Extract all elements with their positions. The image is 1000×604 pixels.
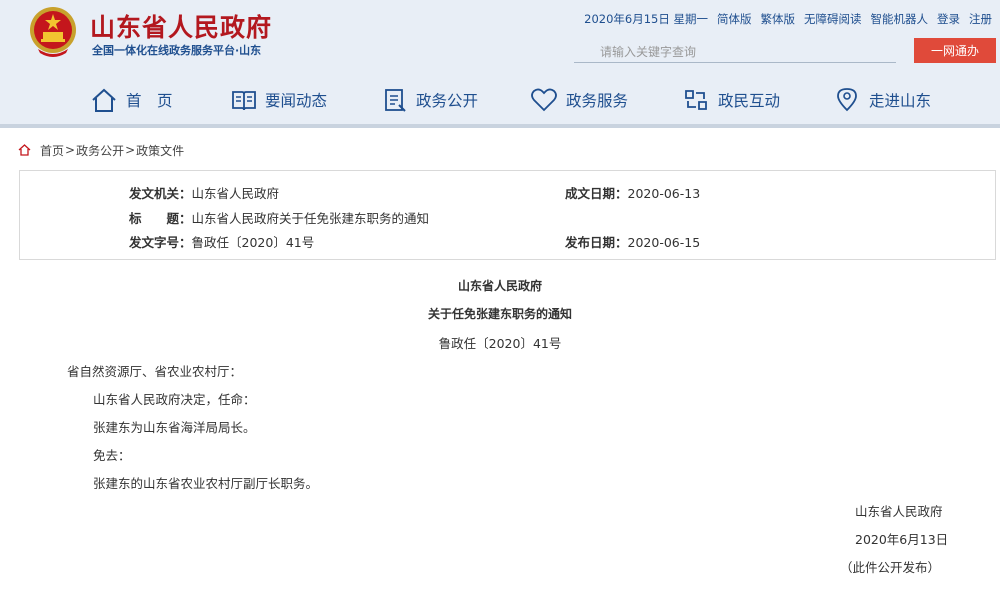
document-paragraph: 免去： [93, 448, 131, 463]
breadcrumb: 首页 > 政务公开 > 政策文件 [18, 140, 184, 160]
nav-news[interactable]: 要闻动态 [231, 82, 327, 118]
home-icon [92, 88, 116, 112]
document-addressee: 省自然资源厅、省农业农村厅： [67, 364, 243, 379]
breadcrumb-home[interactable]: 首页 [40, 142, 64, 159]
top-links: 2020年6月15日 星期一 简体版 繁体版 无障碍阅读 智能机器人 登录 注册 [575, 11, 992, 27]
site-name[interactable]: 山东省人民政府 [90, 8, 272, 44]
book-icon [232, 91, 256, 111]
nav-news-label: 要闻动态 [265, 92, 328, 110]
register-link[interactable]: 注册 [969, 11, 992, 27]
accessibility-link[interactable]: 无障碍阅读 [804, 11, 862, 27]
document-paragraph: 张建东为山东省海洋局局长。 [93, 420, 256, 435]
current-date: 2020年6月15日 星期一 [584, 12, 708, 26]
document-title: 关于任免张建东职务的通知 [427, 307, 572, 321]
meta-doc-number-value: 鲁政任〔2020〕41号 [191, 235, 315, 250]
document-meta-box: 发文机关：山东省人民政府 成文日期：2020-06-13 标 题：山东省人民政府… [19, 170, 996, 260]
breadcrumb-separator: > [65, 143, 76, 157]
meta-title-label: 标 题： [129, 211, 192, 226]
document-number: 鲁政任〔2020〕41号 [438, 336, 562, 351]
document-org: 山东省人民政府 [457, 279, 542, 293]
document-paragraph: 张建东的山东省农业农村厅副厅长职务。 [93, 476, 319, 491]
meta-date-made: 成文日期：2020-06-13 [565, 183, 700, 202]
meta-publish-date: 发布日期：2020-06-15 [565, 232, 700, 251]
meta-title: 标 题：山东省人民政府关于任免张建东职务的通知 [129, 208, 429, 227]
nav-home-label: 首 页 [126, 92, 173, 110]
breadcrumb-separator: > [125, 143, 136, 157]
simplified-link[interactable]: 简体版 [717, 11, 752, 27]
main-nav: 首 页 要闻动态 政务公开 政务服务 政民互动 走进山东 [0, 82, 1000, 118]
meta-title-value: 山东省人民政府关于任免张建东职务的通知 [191, 211, 430, 226]
meta-publish-date-label: 发布日期： [565, 235, 628, 250]
document-sign-date: 2020年6月13日 [855, 532, 949, 547]
breadcrumb-policy-docs[interactable]: 政策文件 [136, 142, 184, 159]
site-header: 山东省人民政府 全国一体化在线政务服务平台·山东 2020年6月15日 星期一 … [0, 0, 1000, 128]
login-link[interactable]: 登录 [937, 11, 960, 27]
nav-services[interactable]: 政务服务 [530, 82, 628, 118]
traditional-link[interactable]: 繁体版 [761, 11, 796, 27]
nav-interaction[interactable]: 政民互动 [682, 82, 780, 118]
document-signature: 山东省人民政府 [855, 504, 943, 519]
meta-doc-number-label: 发文字号： [129, 235, 192, 250]
location-pin-icon [837, 88, 857, 112]
meta-date-made-value: 2020-06-13 [627, 186, 701, 201]
document-icon [385, 89, 406, 112]
nav-home[interactable]: 首 页 [90, 82, 173, 118]
one-stop-service-button[interactable]: 一网通办 [914, 38, 996, 63]
interaction-icon [685, 90, 707, 110]
meta-doc-number: 发文字号：鲁政任〔2020〕41号 [129, 232, 314, 251]
meta-issuer: 发文机关：山东省人民政府 [129, 183, 279, 202]
national-emblem-icon [30, 7, 76, 57]
meta-issuer-value: 山东省人民政府 [191, 186, 280, 201]
document-note: （此件公开发布） [840, 560, 941, 575]
breadcrumb-public-affairs[interactable]: 政务公开 [76, 142, 124, 159]
meta-issuer-label: 发文机关： [129, 186, 192, 201]
nav-services-label: 政务服务 [566, 92, 629, 110]
site-slogan: 全国一体化在线政务服务平台·山东 [92, 44, 262, 57]
nav-public-affairs[interactable]: 政务公开 [382, 82, 478, 118]
robot-link[interactable]: 智能机器人 [871, 11, 929, 27]
nav-about-label: 走进山东 [869, 92, 932, 110]
heart-icon [531, 88, 557, 112]
meta-publish-date-value: 2020-06-15 [627, 235, 701, 250]
nav-interaction-label: 政民互动 [718, 92, 781, 110]
meta-date-made-label: 成文日期： [565, 186, 628, 201]
nav-public-affairs-label: 政务公开 [416, 92, 479, 110]
search-input[interactable]: 请输入关键字查询 [574, 38, 896, 63]
breadcrumb-home-icon [18, 144, 31, 156]
document-paragraph: 山东省人民政府决定，任命： [93, 392, 256, 407]
nav-about[interactable]: 走进山东 [833, 82, 931, 118]
